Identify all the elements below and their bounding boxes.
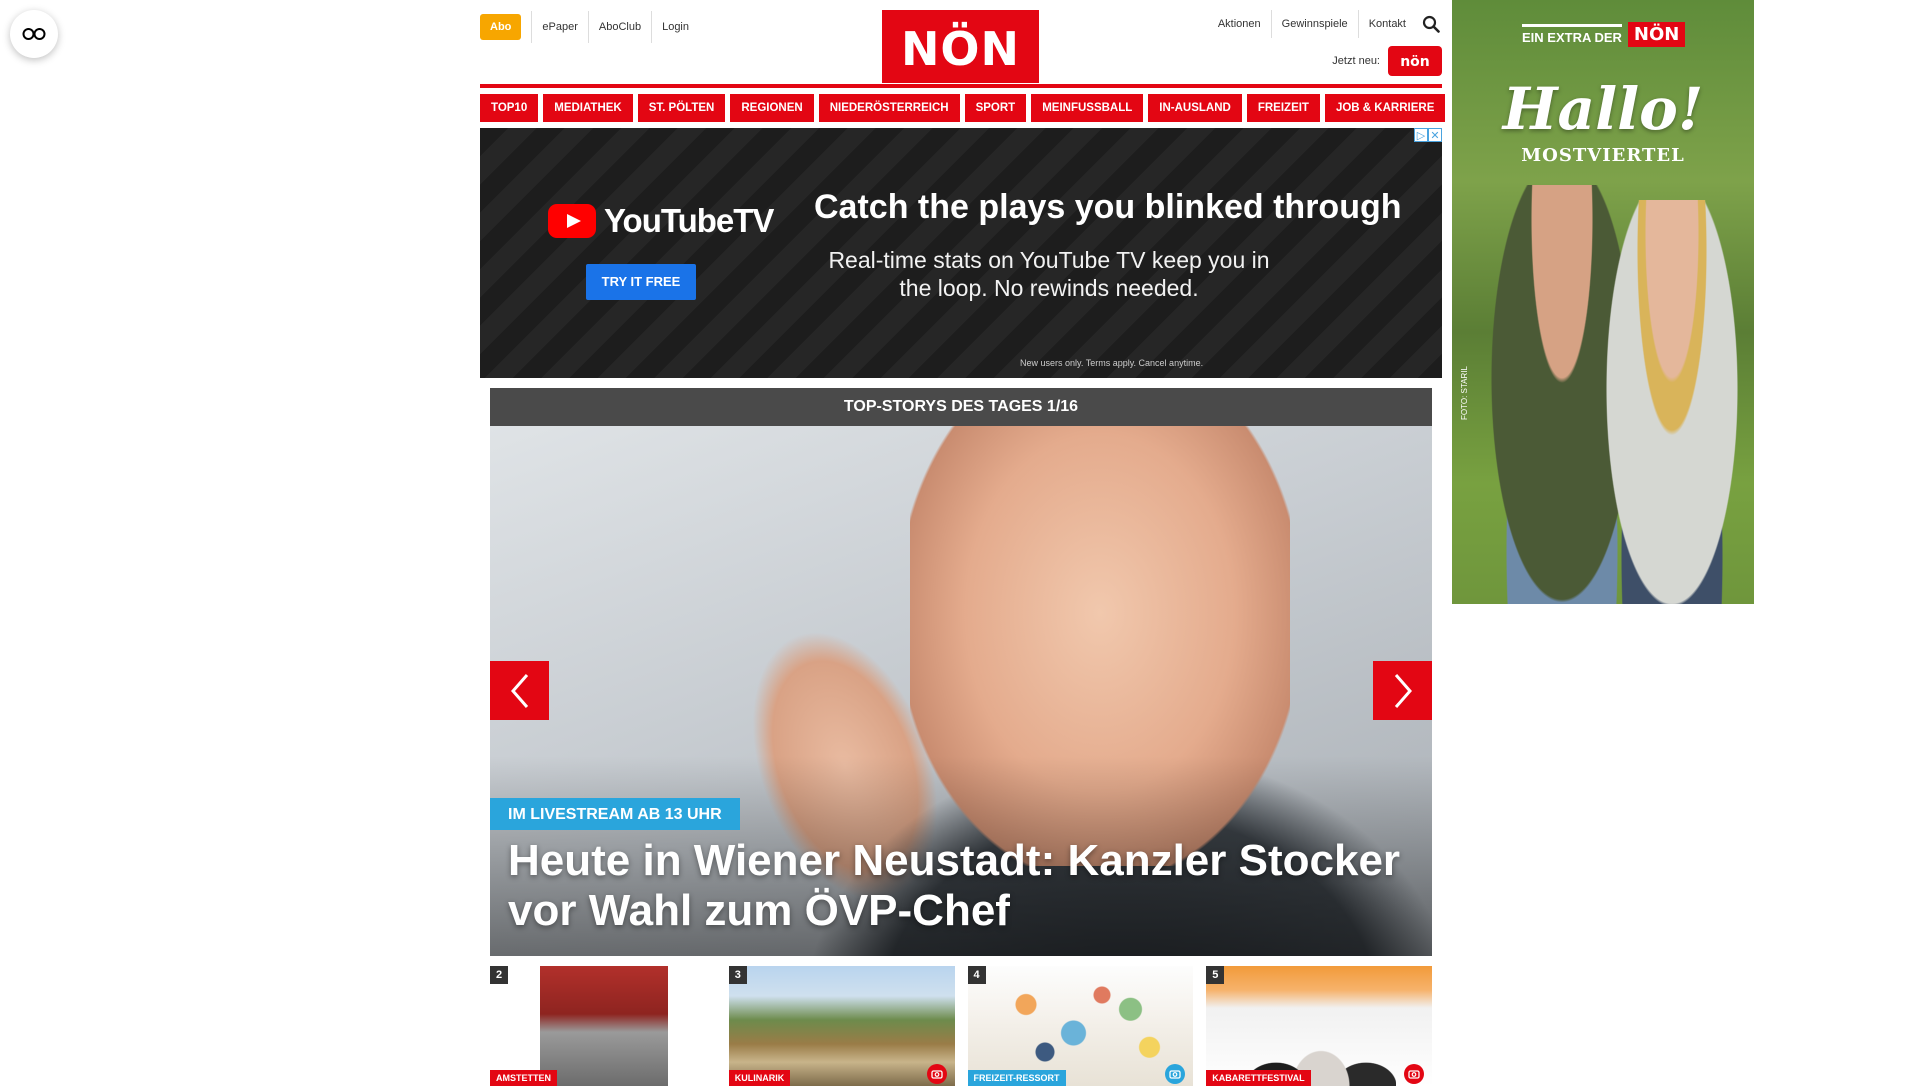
story-thumb-5[interactable]: 5 KABARETTFESTIVAL <box>1206 966 1432 1086</box>
ad-info-icon[interactable]: ▷ <box>1414 128 1428 142</box>
youtube-tv-logo: YouTubeTV <box>548 202 774 240</box>
ad-photo-credit: FOTO: STARIL <box>1460 366 1469 420</box>
story-thumbnails: 2 AMSTETTEN 3 KULINARIK 4 FREIZEIT-RESSO… <box>490 966 1432 1086</box>
story-category: AMSTETTEN <box>490 1070 557 1086</box>
nav-item-st-poelten[interactable]: ST. PÖLTEN <box>637 94 726 122</box>
story-category: KABARETTFESTIVAL <box>1206 1070 1311 1086</box>
nav-item-job-karriere[interactable]: JOB & KARRIERE <box>1324 94 1446 122</box>
search-icon[interactable] <box>1420 13 1442 35</box>
youtube-tv-ad[interactable]: ▷ ✕ YouTubeTV TRY IT FREE Catch the play… <box>480 128 1442 378</box>
jetzt-neu: Jetzt neu: nön <box>1332 46 1442 76</box>
story-number: 2 <box>490 966 508 984</box>
aboclub-link[interactable]: AboClub <box>587 11 651 43</box>
ad-brand-row: EIN EXTRA DER NÖN <box>1522 22 1686 47</box>
abo-button[interactable]: Abo <box>480 14 522 40</box>
jetzt-neu-label: Jetzt neu: <box>1332 55 1380 67</box>
story-thumb-4[interactable]: 4 FREIZEIT-RESSORT <box>967 966 1194 1086</box>
accessibility-button[interactable] <box>10 10 58 58</box>
nav-item-mediathek[interactable]: MEDIATHEK <box>543 94 633 122</box>
story-thumb-image <box>540 966 668 1086</box>
try-it-free-button[interactable]: TRY IT FREE <box>586 264 696 300</box>
nav-item-meinfussball[interactable]: MEINFUSSBALL <box>1031 94 1144 122</box>
hallo-mostviertel-ad[interactable]: EIN EXTRA DER NÖN Hallo! MOSTVIERTEL FOT… <box>1452 0 1754 604</box>
prev-story-button[interactable] <box>490 661 549 720</box>
top-bar: Abo ePaper AboClub Login NÖN Aktionen Ge… <box>480 0 1442 84</box>
epaper-link[interactable]: ePaper <box>531 11 587 43</box>
story-category: FREIZEIT-RESSORT <box>967 1070 1066 1086</box>
login-link[interactable]: Login <box>651 11 699 43</box>
gewinnspiele-link[interactable]: Gewinnspiele <box>1272 10 1359 38</box>
kontakt-link[interactable]: Kontakt <box>1359 10 1416 38</box>
top-stories-header: TOP-STORYS DES TAGES 1/16 <box>490 388 1432 426</box>
top-links: Abo ePaper AboClub Login <box>480 11 699 43</box>
chevron-left-icon <box>510 673 528 708</box>
ad-close-icon[interactable]: ✕ <box>1428 128 1442 142</box>
chevron-right-icon <box>1394 673 1412 708</box>
nav-item-regionen[interactable]: REGIONEN <box>730 94 814 122</box>
ad-choices[interactable]: ▷ ✕ <box>1414 128 1442 142</box>
glasses-icon <box>22 28 46 40</box>
story-number: 4 <box>967 966 986 984</box>
camera-icon <box>926 1064 947 1084</box>
camera-icon <box>1165 1064 1186 1084</box>
next-story-button[interactable] <box>1373 661 1432 720</box>
nav-item-niederoesterreich[interactable]: NIEDERÖSTERREICH <box>818 94 960 122</box>
nav-item-in-ausland[interactable]: IN-AUSLAND <box>1148 94 1242 122</box>
nav-item-sport[interactable]: SPORT <box>964 94 1027 122</box>
nav-item-freizeit[interactable]: FREIZEIT <box>1246 94 1320 122</box>
ad-brand: YouTubeTV <box>604 202 774 239</box>
story-number: 3 <box>728 966 747 984</box>
story-thumb-2[interactable]: 2 AMSTETTEN <box>490 966 716 1086</box>
main-nav: TOP10 MEDIATHEK ST. PÖLTEN REGIONEN NIED… <box>480 94 1446 122</box>
hero-story[interactable]: IM LIVESTREAM AB 13 UHR Heute in Wiener … <box>490 426 1432 956</box>
story-category: KULINARIK <box>728 1070 791 1086</box>
aktionen-link[interactable]: Aktionen <box>1208 10 1272 38</box>
ad-headline: Catch the plays you blinked through <box>814 188 1402 226</box>
nav-item-top10[interactable]: TOP10 <box>480 94 539 122</box>
story-thumb-image <box>987 976 1178 1071</box>
camera-icon <box>1404 1064 1424 1084</box>
ad-title: Hallo! <box>1502 75 1704 143</box>
jetzt-neu-logo[interactable]: nön <box>1388 46 1442 76</box>
hero-title[interactable]: Heute in Wiener Neustadt: Kanzler Stocke… <box>508 836 1428 936</box>
livestream-tag: IM LIVESTREAM AB 13 UHR <box>490 798 740 830</box>
ad-subline: Real-time stats on YouTube TV keep you i… <box>828 247 1270 301</box>
top-stories: TOP-STORYS DES TAGES 1/16 IM LIVESTREAM … <box>490 388 1432 1086</box>
ad-person-right <box>1602 200 1742 604</box>
story-number: 5 <box>1206 966 1225 984</box>
header-divider <box>480 84 1442 88</box>
story-thumb-3[interactable]: 3 KULINARIK <box>728 966 955 1086</box>
ad-extra-label: EIN EXTRA DER <box>1522 24 1622 45</box>
ad-fine-print: New users only. Terms apply. Cancel anyt… <box>1020 358 1204 368</box>
right-links: Aktionen Gewinnspiele Kontakt <box>1208 10 1442 38</box>
play-icon <box>548 204 596 238</box>
ad-non-logo: NÖN <box>1627 22 1686 47</box>
site-logo[interactable]: NÖN <box>882 10 1039 83</box>
ad-region: MOSTVIERTEL <box>1521 145 1685 166</box>
site-container: Abo ePaper AboClub Login NÖN Aktionen Ge… <box>480 0 1446 1086</box>
